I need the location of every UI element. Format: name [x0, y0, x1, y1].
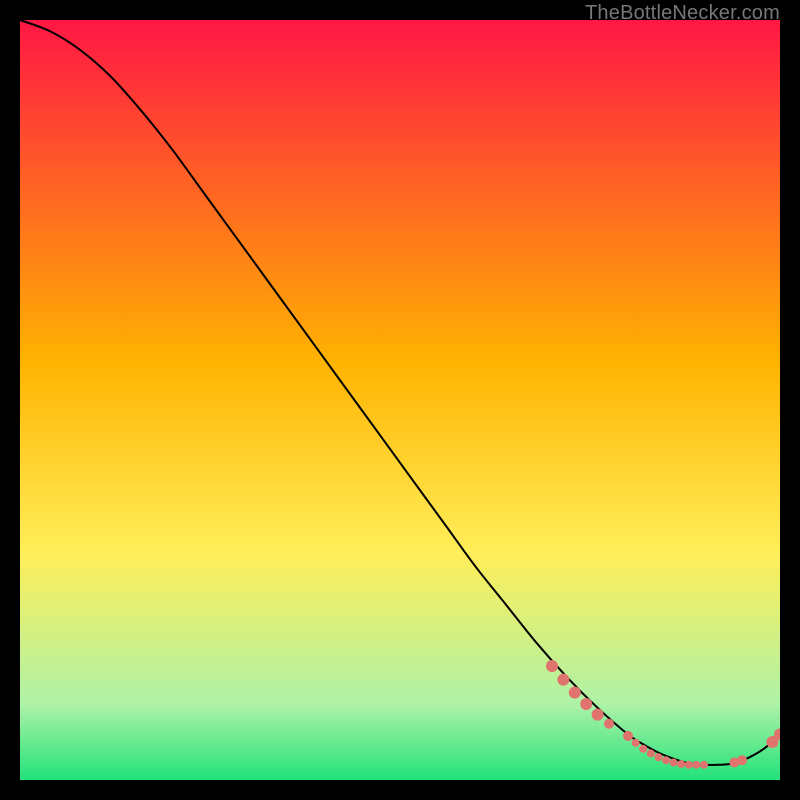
data-marker	[662, 756, 670, 764]
data-marker	[639, 745, 647, 753]
data-marker	[557, 674, 569, 686]
bottleneck-plot	[20, 20, 780, 780]
data-marker	[700, 761, 708, 769]
data-marker	[604, 719, 614, 729]
chart-stage: TheBottleNecker.com	[0, 0, 800, 800]
data-marker	[737, 755, 747, 765]
data-marker	[692, 761, 700, 769]
data-marker	[592, 709, 604, 721]
plot-svg	[20, 20, 780, 780]
plot-background	[20, 20, 780, 780]
data-marker	[654, 753, 662, 761]
data-marker	[632, 739, 640, 747]
data-marker	[670, 759, 678, 767]
data-marker	[647, 749, 655, 757]
data-marker	[685, 761, 693, 769]
data-marker	[580, 698, 592, 710]
data-marker	[546, 660, 558, 672]
data-marker	[623, 731, 633, 741]
data-marker	[677, 760, 685, 768]
data-marker	[569, 687, 581, 699]
